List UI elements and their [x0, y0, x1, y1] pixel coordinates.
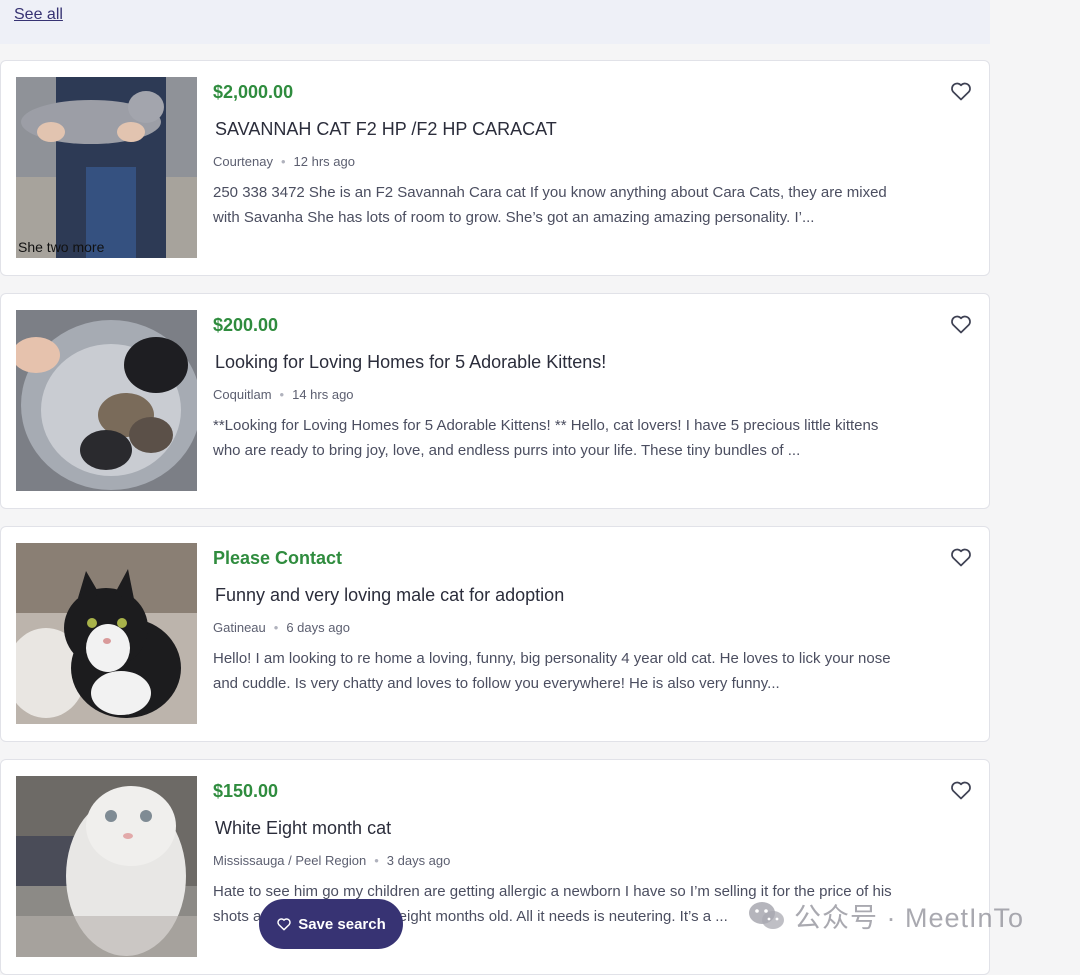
- listing-description: **Looking for Loving Homes for 5 Adorabl…: [213, 417, 879, 459]
- heart-icon: [277, 918, 291, 931]
- heart-icon: [951, 781, 971, 800]
- image-caption: She two more: [18, 239, 105, 255]
- listing-title[interactable]: Funny and very loving male cat for adopt…: [215, 585, 564, 606]
- listing-title[interactable]: Looking for Loving Homes for 5 Adorable …: [215, 352, 606, 373]
- save-search-button[interactable]: Save search: [259, 899, 403, 949]
- listing-meta: Mississauga / Peel Region • 3 days ago: [213, 853, 450, 868]
- listing-image[interactable]: [16, 776, 197, 957]
- listing-price: Please Contact: [213, 548, 343, 568]
- separator-dot: •: [280, 154, 286, 169]
- separator-dot: •: [279, 387, 285, 402]
- top-bar: See all: [0, 0, 990, 44]
- listing-meta: Courtenay • 12 hrs ago: [213, 154, 355, 169]
- watermark-text: 公众号 · MeetInTo: [794, 903, 1025, 933]
- listing-time: 14 hrs ago: [292, 387, 354, 402]
- listing-meta: Gatineau • 6 days ago: [213, 620, 350, 635]
- favourite-button[interactable]: [949, 778, 973, 802]
- listing-image[interactable]: [16, 310, 197, 491]
- listing-location: Gatineau: [213, 620, 266, 635]
- listing-meta: Coquitlam • 14 hrs ago: [213, 387, 354, 402]
- watermark: 公众号 · MeetInTo: [748, 896, 1024, 935]
- listing-title[interactable]: SAVANNAH CAT F2 HP /F2 HP CARACAT: [215, 119, 557, 140]
- see-all-link[interactable]: See all: [14, 6, 63, 24]
- listing-card[interactable]: $150.00 White Eight month cat Mississaug…: [0, 759, 990, 975]
- listing-price: $2,000.00: [213, 82, 294, 102]
- listing-image[interactable]: [16, 543, 197, 724]
- listing-location: Mississauga / Peel Region: [213, 853, 367, 868]
- listing-image[interactable]: She two more: [16, 77, 197, 258]
- listing-price: $200.00: [213, 315, 279, 335]
- listing-description: Hello! I am looking to re home a loving,…: [213, 650, 891, 692]
- listing-price: $150.00: [213, 781, 279, 801]
- favourite-button[interactable]: [949, 79, 973, 103]
- listing-card[interactable]: Please Contact Funny and very loving mal…: [0, 526, 990, 742]
- separator-dot: •: [273, 620, 279, 635]
- listing-location: Coquitlam: [213, 387, 272, 402]
- listing-description: 250 338 3472 She is an F2 Savannah Cara …: [213, 184, 887, 226]
- listing-card[interactable]: She two more $2,000.00 SAVANNAH CAT F2 H…: [0, 60, 990, 276]
- heart-icon: [951, 548, 971, 567]
- wechat-icon: [749, 901, 784, 929]
- listing-card[interactable]: $200.00 Looking for Loving Homes for 5 A…: [0, 293, 990, 509]
- save-search-label: Save search: [298, 915, 386, 933]
- listing-time: 3 days ago: [386, 853, 451, 868]
- favourite-button[interactable]: [949, 312, 973, 336]
- listing-time: 12 hrs ago: [293, 154, 355, 169]
- heart-icon: [951, 82, 971, 101]
- favourite-button[interactable]: [949, 545, 973, 569]
- listing-time: 6 days ago: [286, 620, 350, 635]
- heart-icon: [951, 315, 971, 334]
- listing-location: Courtenay: [213, 154, 273, 169]
- listing-title[interactable]: White Eight month cat: [215, 818, 391, 839]
- separator-dot: •: [374, 853, 379, 868]
